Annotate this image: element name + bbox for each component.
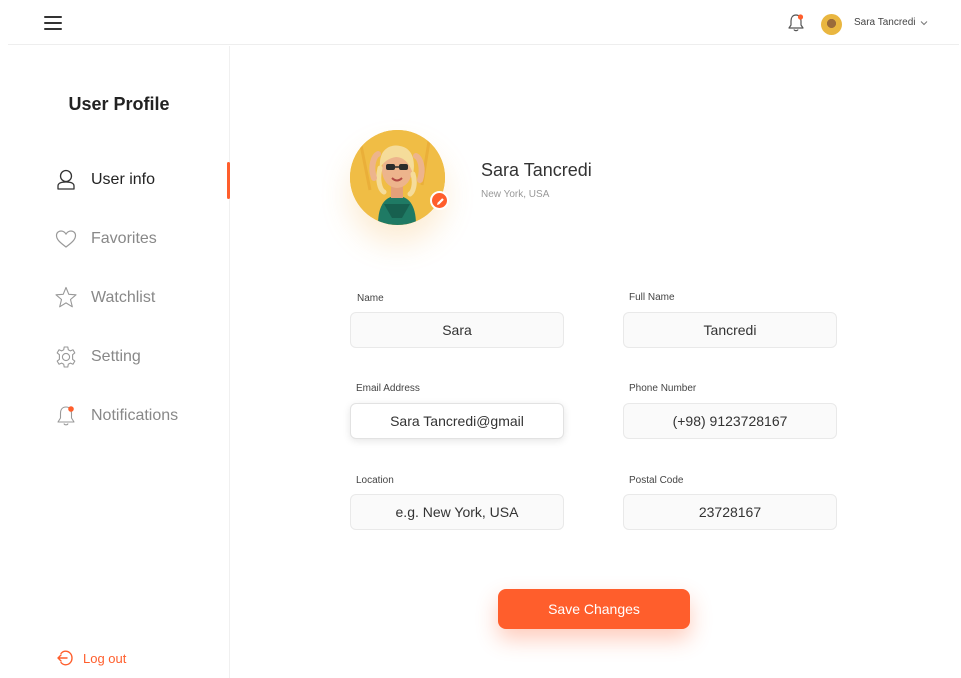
email-label: Email Address bbox=[356, 383, 420, 394]
full-name-field[interactable] bbox=[623, 312, 837, 348]
profile-name: Sara Tancredi bbox=[481, 160, 592, 180]
phone-field[interactable] bbox=[623, 403, 837, 439]
active-indicator bbox=[227, 162, 230, 199]
pencil-icon bbox=[437, 198, 444, 205]
bell-icon bbox=[57, 406, 75, 426]
postal-code-field[interactable] bbox=[623, 494, 837, 530]
save-changes-button[interactable]: Save Changes bbox=[498, 589, 690, 629]
postal-code-label: Postal Code bbox=[629, 475, 684, 486]
logout-icon bbox=[57, 650, 73, 666]
sidebar-item-setting[interactable]: Setting bbox=[54, 343, 230, 373]
email-field[interactable] bbox=[350, 403, 564, 439]
hamburger-menu-icon[interactable] bbox=[44, 16, 62, 30]
logout-label: Log out bbox=[83, 651, 127, 666]
profile-location: New York, USA bbox=[481, 189, 550, 200]
sidebar-item-label: Setting bbox=[91, 348, 141, 365]
sidebar: User Profile User info Favorites Watchli… bbox=[0, 46, 230, 678]
name-field[interactable] bbox=[350, 312, 564, 348]
profile-photo bbox=[350, 130, 445, 225]
sidebar-item-label: Notifications bbox=[91, 407, 179, 424]
header-avatar[interactable] bbox=[821, 14, 842, 35]
phone-label: Phone Number bbox=[629, 383, 697, 394]
top-bar: Sara Tancredi bbox=[8, 0, 959, 45]
name-label: Name bbox=[357, 293, 384, 304]
notification-bell-icon[interactable] bbox=[787, 13, 805, 33]
edit-avatar-button[interactable] bbox=[430, 191, 449, 210]
full-name-label: Full Name bbox=[629, 292, 675, 303]
gear-icon bbox=[56, 346, 76, 368]
user-icon bbox=[57, 169, 75, 190]
star-icon bbox=[55, 286, 77, 308]
sidebar-item-label: Watchlist bbox=[91, 289, 156, 306]
sidebar-item-notifications[interactable]: Notifications bbox=[54, 402, 230, 432]
sidebar-item-label: User info bbox=[91, 171, 156, 188]
sidebar-title: User Profile bbox=[68, 94, 170, 114]
sidebar-item-user-info[interactable]: User info bbox=[54, 166, 230, 196]
location-field[interactable] bbox=[350, 494, 564, 530]
heart-icon bbox=[55, 230, 77, 248]
sidebar-item-label: Favorites bbox=[91, 230, 157, 247]
profile-avatar bbox=[350, 130, 449, 225]
header-user-name[interactable]: Sara Tancredi bbox=[854, 17, 916, 28]
sidebar-item-favorites[interactable]: Favorites bbox=[54, 225, 230, 255]
location-label: Location bbox=[356, 475, 394, 486]
chevron-down-icon[interactable] bbox=[920, 20, 928, 26]
sidebar-item-watchlist[interactable]: Watchlist bbox=[54, 284, 230, 314]
